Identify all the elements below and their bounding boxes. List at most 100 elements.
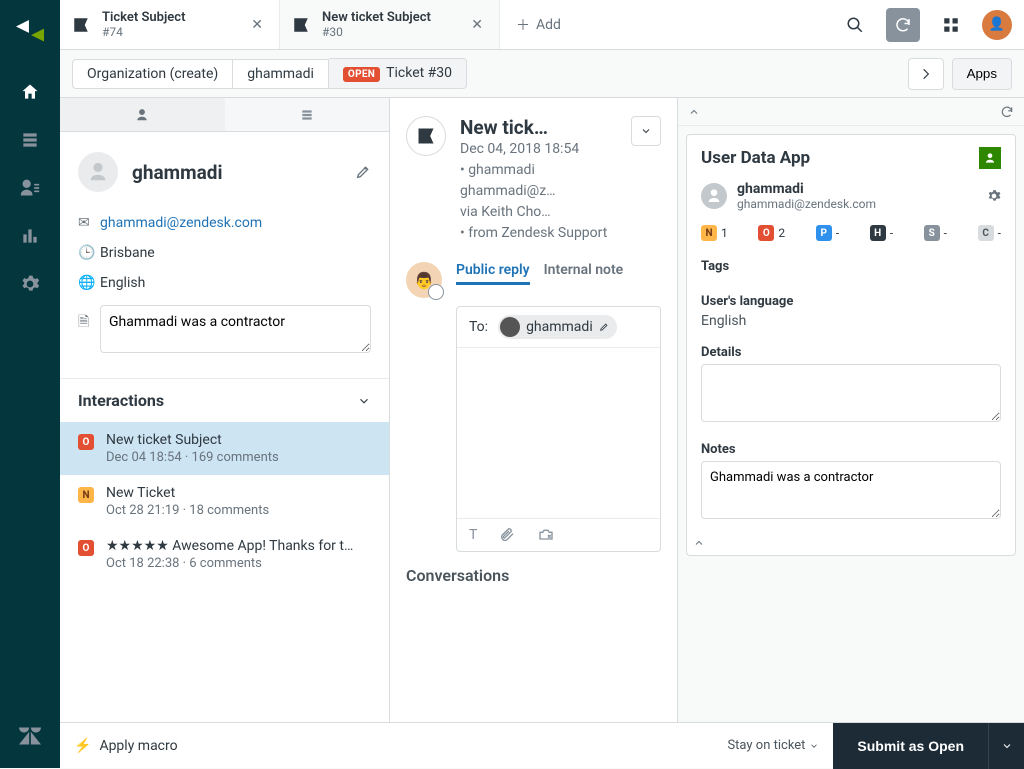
public-reply-tab[interactable]: Public reply	[456, 262, 530, 285]
agent-avatar: 👨	[406, 262, 442, 298]
format-text-icon[interactable]: T	[469, 527, 477, 543]
note-icon: 🗎	[78, 305, 100, 335]
interaction-title: ★★★★★ Awesome App! Thanks for t…	[106, 538, 371, 554]
tab-ticket-30[interactable]: New ticket Subject#30 ✕	[280, 0, 500, 49]
stat-item[interactable]: H-	[870, 225, 893, 241]
customer-tab-org[interactable]	[225, 98, 390, 131]
ticket-title: New tick…	[460, 116, 631, 139]
reply-editor: To: ghammadi T	[456, 306, 661, 552]
edit-icon[interactable]	[355, 164, 371, 180]
apps-grid-icon[interactable]	[934, 8, 968, 42]
interaction-item[interactable]: O ★★★★★ Awesome App! Thanks for t… Oct 18 …	[60, 528, 389, 581]
status-badge: N	[78, 487, 94, 503]
submit-button[interactable]: Submit as Open	[833, 723, 988, 769]
apply-macro-button[interactable]: ⚡Apply macro	[74, 738, 713, 754]
stat-item[interactable]: C-	[978, 225, 1001, 241]
add-tab-button[interactable]: ＋Add	[500, 0, 577, 49]
customer-sidebar: ghammadi ✉ghammadi@zendesk.com 🕒Brisbane…	[60, 98, 390, 768]
breadcrumb-ticket[interactable]: OPENTicket #30	[329, 58, 467, 89]
apps-toggle-button[interactable]: Apps	[952, 58, 1012, 90]
recipient-pill[interactable]: ghammadi	[498, 315, 617, 339]
app-user-avatar	[701, 183, 727, 209]
clock-icon: 🕒	[78, 245, 100, 261]
interaction-title: New ticket Subject	[106, 432, 371, 448]
tab-title: Ticket Subject	[102, 10, 247, 25]
refresh-icon[interactable]	[886, 8, 920, 42]
breadcrumb-user[interactable]: ghammadi	[233, 59, 329, 89]
interaction-meta: Dec 04 18:54 · 169 comments	[106, 450, 371, 465]
app-user-email: ghammadi@zendesk.com	[737, 197, 987, 211]
internal-note-tab[interactable]: Internal note	[544, 262, 624, 285]
customer-avatar	[78, 152, 118, 192]
nav-home-icon[interactable]	[10, 72, 50, 112]
conversation-pane: New tick… Dec 04, 2018 18:54• ghammadi g…	[390, 98, 678, 768]
app-title: User Data App	[701, 148, 810, 168]
collapse-icon[interactable]	[688, 106, 700, 118]
stat-item[interactable]: P-	[816, 225, 839, 241]
nav-views-icon[interactable]	[10, 120, 50, 160]
mail-icon: ✉	[78, 215, 100, 231]
apps-panel: User Data App ghammadi ghammadi@zendesk.…	[678, 98, 1024, 768]
status-badge: O	[78, 434, 94, 450]
customer-language: English	[100, 275, 145, 291]
interaction-item[interactable]: O New ticket Subject Dec 04 18:54 · 169 co…	[60, 422, 389, 475]
tags-label: Tags	[701, 259, 1001, 274]
nav-rail	[0, 0, 60, 768]
user-avatar[interactable]: 👤	[982, 10, 1012, 40]
interaction-meta: Oct 28 21:19 · 18 comments	[106, 503, 371, 518]
tab-ticket-74[interactable]: Ticket Subject#74 ✕	[60, 0, 280, 49]
language-value: English	[701, 313, 1001, 329]
app-user-name: ghammadi	[737, 181, 987, 197]
insert-icon[interactable]	[537, 527, 555, 543]
reply-textarea[interactable]	[457, 348, 660, 518]
ticket-options-button[interactable]	[631, 116, 661, 146]
tab-subtitle: #30	[322, 25, 467, 39]
zendesk-glyph-icon[interactable]	[10, 716, 50, 756]
close-icon[interactable]: ✕	[467, 13, 487, 37]
reload-icon[interactable]	[1000, 105, 1014, 119]
interactions-toggle[interactable]: Interactions	[60, 378, 389, 422]
customer-notes-textarea[interactable]	[100, 305, 371, 353]
nav-reporting-icon[interactable]	[10, 216, 50, 256]
submit-options-button[interactable]	[988, 723, 1024, 769]
stat-item[interactable]: N1	[701, 225, 728, 241]
customer-email[interactable]: ghammadi@zendesk.com	[100, 215, 262, 231]
details-label: Details	[701, 345, 1001, 360]
nav-admin-icon[interactable]	[10, 264, 50, 304]
breadcrumb-bar: Organization (create) ghammadi OPENTicke…	[60, 50, 1024, 98]
status-badge: OPEN	[343, 67, 380, 82]
search-icon[interactable]	[838, 8, 872, 42]
close-icon[interactable]: ✕	[247, 13, 267, 37]
breadcrumb-next-button[interactable]	[908, 58, 944, 90]
breadcrumb-org[interactable]: Organization (create)	[72, 59, 233, 89]
details-textarea[interactable]	[701, 364, 1001, 422]
ticket-footer: ⚡Apply macro Stay on ticket Submit as Op…	[60, 722, 1024, 768]
notes-label: Notes	[701, 442, 1001, 457]
status-badge: O	[78, 540, 94, 556]
stay-on-ticket-button[interactable]: Stay on ticket	[713, 738, 833, 753]
tabs-bar: Ticket Subject#74 ✕ New ticket Subject#3…	[60, 0, 1024, 50]
ticket-meta: Dec 04, 2018 18:54• ghammadi ghammadi@z……	[460, 139, 631, 244]
ticket-icon	[292, 16, 312, 34]
to-label: To:	[469, 319, 488, 335]
brand-logo	[16, 20, 44, 48]
ticket-icon	[72, 16, 92, 34]
customer-location: Brisbane	[100, 245, 155, 261]
stat-item[interactable]: S-	[924, 225, 947, 241]
gear-icon[interactable]	[987, 189, 1001, 203]
app-user-icon[interactable]	[979, 147, 1001, 169]
interaction-item[interactable]: N New Ticket Oct 28 21:19 · 18 comments	[60, 475, 389, 528]
customer-tab-user[interactable]	[60, 98, 225, 131]
interaction-title: New Ticket	[106, 485, 371, 501]
conversations-heading: Conversations	[390, 552, 677, 585]
attach-icon[interactable]	[499, 527, 515, 543]
interaction-meta: Oct 18 22:38 · 6 comments	[106, 556, 371, 571]
tab-subtitle: #74	[102, 25, 247, 39]
chevron-down-icon	[357, 394, 371, 408]
expand-icon[interactable]	[687, 531, 1015, 555]
nav-customers-icon[interactable]	[10, 168, 50, 208]
ticket-icon	[406, 116, 446, 156]
stat-item[interactable]: O2	[758, 225, 785, 241]
notes-textarea[interactable]	[701, 461, 1001, 519]
globe-icon: 🌐	[78, 275, 100, 291]
